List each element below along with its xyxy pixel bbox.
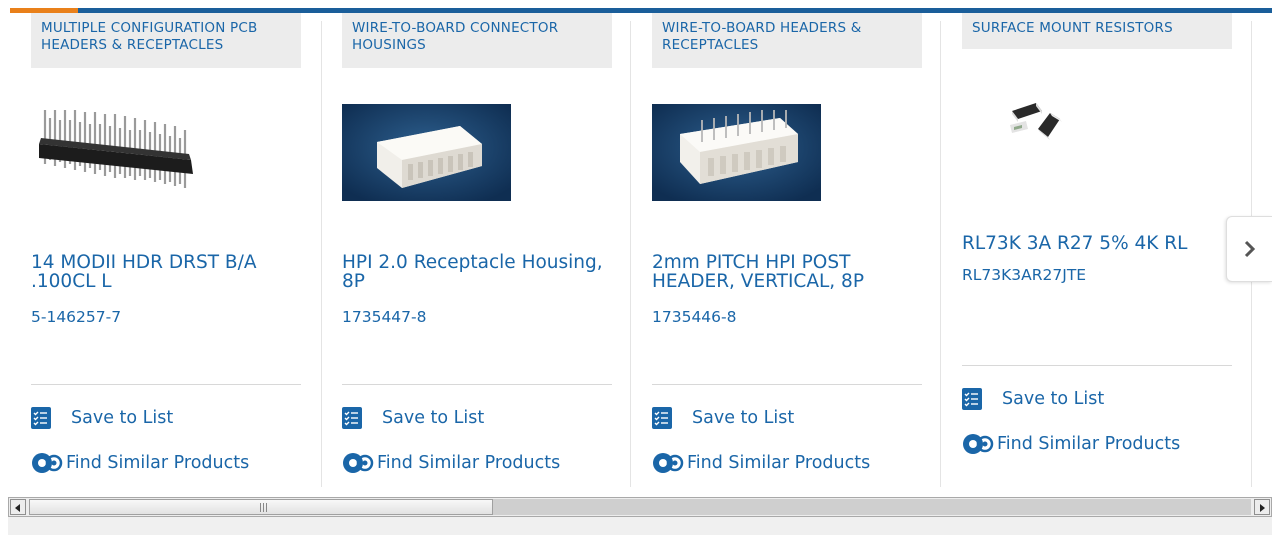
find-similar-label: Find Similar Products (66, 453, 250, 473)
save-to-list-button[interactable]: Save to List (342, 405, 484, 431)
product-card: MULTIPLE CONFIGURATION PCB HEADERS & REC… (31, 13, 321, 489)
smd-resistor-image[interactable] (962, 91, 1131, 188)
product-title[interactable]: RL73K 3A R27 5% 4K RL (962, 234, 1232, 253)
receptacle-housing-image[interactable] (342, 104, 511, 201)
find-similar-label: Find Similar Products (687, 453, 871, 473)
scroll-left-button[interactable] (10, 499, 26, 515)
divider (652, 384, 922, 385)
find-similar-products-button[interactable]: Find Similar Products (342, 450, 560, 476)
divider (342, 384, 612, 385)
list-checklist-icon (31, 407, 51, 429)
gears-icon (32, 453, 63, 473)
find-similar-products-button[interactable]: Find Similar Products (962, 431, 1180, 457)
save-to-list-button[interactable]: Save to List (962, 386, 1104, 412)
find-similar-products-button[interactable]: Find Similar Products (652, 450, 870, 476)
part-number[interactable]: 5-146257-7 (31, 308, 121, 326)
scrollbar-track[interactable] (493, 499, 1251, 515)
category-label[interactable]: MULTIPLE CONFIGURATION PCB HEADERS & REC… (31, 13, 301, 68)
save-to-list-button[interactable]: Save to List (31, 405, 173, 431)
part-number[interactable]: RL73K3AR27JTE (962, 266, 1086, 284)
category-label[interactable]: WIRE-TO-BOARD CONNECTOR HOUSINGS (342, 13, 612, 68)
list-checklist-icon (962, 388, 982, 410)
pin-header-image[interactable] (31, 104, 200, 201)
horizontal-scrollbar[interactable] (8, 497, 1272, 517)
carousel-next-button[interactable] (1226, 216, 1272, 282)
card-divider (321, 21, 322, 487)
card-divider (940, 21, 941, 487)
save-to-list-button[interactable]: Save to List (652, 405, 794, 431)
gears-icon (343, 453, 374, 473)
category-label[interactable]: SURFACE MOUNT RESISTORS (962, 13, 1232, 49)
part-number[interactable]: 1735446-8 (652, 308, 737, 326)
chevron-right-icon (1244, 240, 1255, 258)
divider (31, 384, 301, 385)
arrow-right-icon (1260, 504, 1265, 512)
save-to-list-label: Save to List (382, 408, 485, 428)
save-to-list-label: Save to List (71, 408, 174, 428)
gears-icon (653, 453, 684, 473)
find-similar-label: Find Similar Products (997, 434, 1181, 454)
product-card: WIRE-TO-BOARD CONNECTOR HOUSINGS HPI 2.0… (342, 13, 632, 489)
scroll-right-button[interactable] (1254, 499, 1270, 515)
find-similar-products-button[interactable]: Find Similar Products (31, 450, 249, 476)
grip-icon (260, 503, 267, 512)
list-checklist-icon (652, 407, 672, 429)
arrow-left-icon (15, 504, 20, 512)
product-title[interactable]: HPI 2.0 Receptacle Housing, 8P (342, 253, 612, 291)
gears-icon (963, 434, 994, 454)
find-similar-label: Find Similar Products (377, 453, 561, 473)
category-label[interactable]: WIRE-TO-BOARD HEADERS & RECEPTACLES (652, 13, 922, 68)
post-header-image[interactable] (652, 104, 821, 201)
scrollbar-thumb[interactable] (29, 499, 493, 515)
page-footer-strip (8, 517, 1272, 535)
card-divider (630, 21, 631, 487)
list-checklist-icon (342, 407, 362, 429)
product-card: SURFACE MOUNT RESISTORS RL73K 3A R27 5% … (962, 13, 1252, 489)
divider (962, 365, 1232, 366)
save-to-list-label: Save to List (1002, 389, 1105, 409)
product-card: WIRE-TO-BOARD HEADERS & RECEPTACLES 2mm … (652, 13, 942, 489)
part-number[interactable]: 1735447-8 (342, 308, 427, 326)
product-title[interactable]: 2mm PITCH HPI POST HEADER, VERTICAL, 8P (652, 253, 922, 291)
product-title[interactable]: 14 MODII HDR DRST B/A .100CL L (31, 253, 301, 291)
product-carousel: MULTIPLE CONFIGURATION PCB HEADERS & REC… (10, 13, 1272, 489)
save-to-list-label: Save to List (692, 408, 795, 428)
